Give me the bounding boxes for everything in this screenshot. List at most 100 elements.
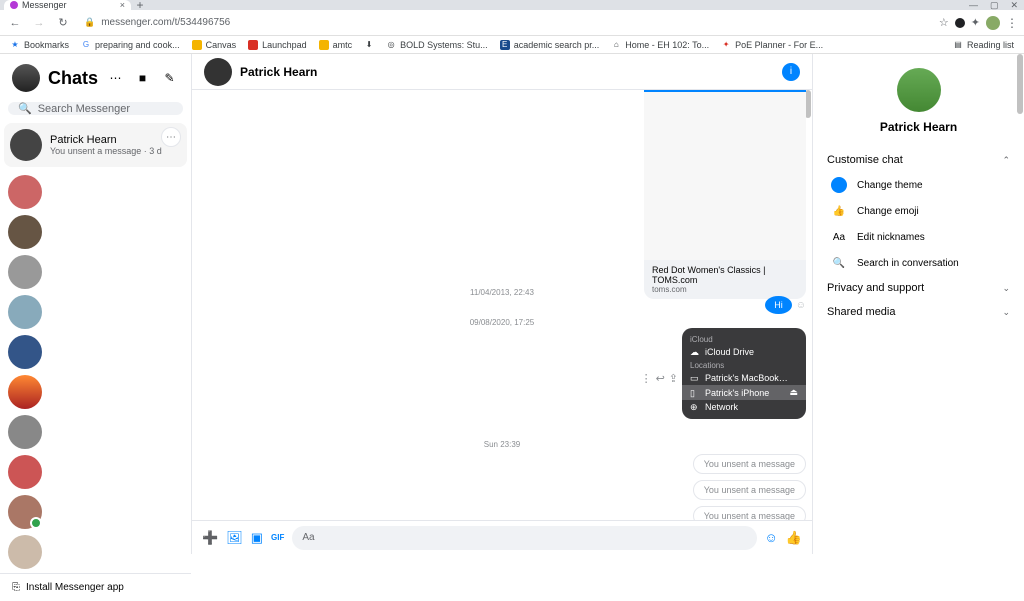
contact-avatar[interactable]	[8, 255, 42, 289]
emoji-button[interactable]: ☺	[765, 530, 778, 545]
contact-avatar[interactable]	[8, 455, 42, 489]
react-icon[interactable]: ☺	[796, 300, 806, 311]
privacy-support-toggle[interactable]: Privacy and support⌄	[813, 276, 1024, 300]
install-app-button[interactable]: ⎘ Install Messenger app	[0, 573, 191, 601]
change-theme-option[interactable]: Change theme	[813, 172, 1024, 198]
share-icon[interactable]: ⇪	[669, 372, 678, 385]
cloud-icon: ☁	[690, 347, 700, 357]
message-sent: Hi ☺	[765, 296, 806, 314]
bookmark-item[interactable]: ★Bookmarks	[10, 40, 69, 50]
forward-button[interactable]: →	[30, 14, 48, 32]
header-avatar[interactable]	[204, 58, 232, 86]
contact-avatar[interactable]	[8, 295, 42, 329]
close-window-button[interactable]: ✕	[1010, 0, 1018, 11]
search-messenger-input[interactable]: 🔍 Search Messenger	[8, 102, 183, 115]
composer: ➕ 🖼 ▣ GIF Aa ☺ 👍	[192, 520, 812, 554]
popup-item-network[interactable]: ⊕Network	[690, 400, 798, 414]
timestamp: Sun 23:39	[192, 440, 812, 449]
options-button[interactable]: ⋯	[106, 65, 125, 91]
chevron-down-icon: ⌄	[1002, 283, 1010, 294]
search-icon: 🔍	[18, 102, 32, 115]
conversation-row[interactable]: Patrick Hearn You unsent a message · 3 d	[4, 123, 187, 167]
globe-icon: ⊕	[690, 402, 700, 412]
url-text: messenger.com/t/534496756	[101, 17, 230, 28]
reload-button[interactable]: ↻	[54, 14, 72, 32]
like-button[interactable]: 👍	[786, 530, 802, 546]
page-scrollbar[interactable]	[1016, 54, 1024, 554]
bookmark-item[interactable]: ✦PoE Planner - For E...	[721, 40, 823, 50]
info-button[interactable]: i	[782, 63, 800, 81]
timestamp: 09/08/2020, 17:25	[192, 318, 812, 327]
popup-item-icloud-drive[interactable]: ☁iCloud Drive	[690, 345, 798, 359]
contact-avatar[interactable]	[8, 335, 42, 369]
browser-tab[interactable]: Messenger ×	[4, 0, 131, 10]
lock-icon: 🔒	[84, 17, 95, 28]
contact-avatar[interactable]	[8, 215, 42, 249]
link-preview-image	[644, 90, 806, 260]
bookmark-item[interactable]: ⬇	[364, 40, 374, 50]
back-button[interactable]: ←	[6, 14, 24, 32]
message-actions: ⋮ ↩ ⇪	[641, 372, 678, 385]
contact-avatar[interactable]	[8, 535, 42, 569]
popup-item-iphone[interactable]: ▯Patrick's iPhone⏏	[682, 385, 806, 400]
page-scroll-thumb[interactable]	[1017, 54, 1023, 114]
aa-icon: Aa	[831, 229, 847, 245]
contact-avatar[interactable]	[8, 495, 42, 529]
link-preview-card[interactable]: Red Dot Women's Classics | TOMS.com toms…	[644, 90, 806, 299]
search-conversation-option[interactable]: 🔍Search in conversation	[813, 250, 1024, 276]
profile-avatar[interactable]	[986, 16, 1000, 30]
url-field[interactable]: 🔒 messenger.com/t/534496756	[78, 17, 933, 28]
bookmark-item[interactable]: ◎BOLD Systems: Stu...	[386, 40, 488, 50]
bookmark-item[interactable]: Eacademic search pr...	[500, 40, 600, 50]
theme-icon	[831, 177, 847, 193]
edit-nicknames-option[interactable]: AaEdit nicknames	[813, 224, 1024, 250]
eject-icon[interactable]: ⏏	[789, 387, 798, 398]
record-icon[interactable]	[955, 18, 965, 28]
address-bar: ← → ↻ 🔒 messenger.com/t/534496756 ☆ ✦ ⋮	[0, 10, 1024, 36]
close-tab-icon[interactable]: ×	[120, 0, 125, 10]
reply-icon[interactable]: ↩	[656, 372, 665, 385]
phone-icon: ▯	[690, 388, 700, 398]
bookmark-star-icon[interactable]: ☆	[939, 16, 949, 29]
minimize-button[interactable]: —	[969, 0, 978, 10]
bookmarks-bar: ★Bookmarks Gpreparing and cook... Canvas…	[0, 36, 1024, 54]
change-emoji-option[interactable]: 👍Change emoji	[813, 198, 1024, 224]
toolbar-right: ☆ ✦ ⋮	[939, 16, 1018, 30]
photo-button[interactable]: 🖼	[226, 530, 243, 546]
popup-item-macbook[interactable]: ▭Patrick's MacBook…	[690, 371, 798, 385]
video-button[interactable]: ■	[133, 65, 152, 91]
sticker-button[interactable]: ▣	[251, 530, 263, 546]
conversation-avatar	[10, 129, 42, 161]
gif-button[interactable]: GIF	[271, 533, 284, 542]
sidebar-header: Chats ⋯ ■ ✎	[0, 54, 191, 98]
contact-avatar[interactable]	[8, 415, 42, 449]
laptop-icon: ▭	[690, 373, 700, 383]
search-placeholder: Search Messenger	[38, 103, 130, 115]
bookmark-item[interactable]: Canvas	[192, 40, 237, 50]
contact-avatar[interactable]	[8, 375, 42, 409]
link-preview-title: Red Dot Women's Classics | TOMS.com	[652, 265, 798, 285]
maximize-button[interactable]: ▢	[990, 0, 999, 11]
unsent-message: You unsent a message	[693, 506, 806, 520]
browser-menu-icon[interactable]: ⋮	[1006, 16, 1018, 30]
bookmark-item[interactable]: Launchpad	[248, 40, 307, 50]
reading-list-button[interactable]: ▤Reading list	[953, 40, 1014, 50]
message-bubble[interactable]: Hi	[765, 296, 792, 314]
new-tab-button[interactable]: +	[131, 0, 149, 10]
customise-chat-toggle[interactable]: Customise chat⌃	[813, 148, 1024, 172]
compose-button[interactable]: ✎	[160, 65, 179, 91]
message-input[interactable]: Aa	[292, 526, 756, 550]
contact-avatar[interactable]	[8, 175, 42, 209]
bookmark-item[interactable]: Gpreparing and cook...	[81, 40, 180, 50]
messenger-favicon	[10, 1, 18, 9]
shared-media-toggle[interactable]: Shared media⌄	[813, 300, 1024, 324]
add-button[interactable]: ➕	[202, 530, 218, 546]
message-more-icon[interactable]: ⋮	[641, 372, 652, 385]
details-avatar[interactable]	[897, 68, 941, 112]
message-area: Red Dot Women's Classics | TOMS.com toms…	[192, 90, 812, 520]
unsent-message: You unsent a message	[693, 480, 806, 500]
bookmark-item[interactable]: ⌂Home - EH 102: To...	[611, 40, 709, 50]
bookmark-item[interactable]: amtc	[319, 40, 353, 50]
my-avatar[interactable]	[12, 64, 40, 92]
extensions-icon[interactable]: ✦	[971, 16, 980, 29]
